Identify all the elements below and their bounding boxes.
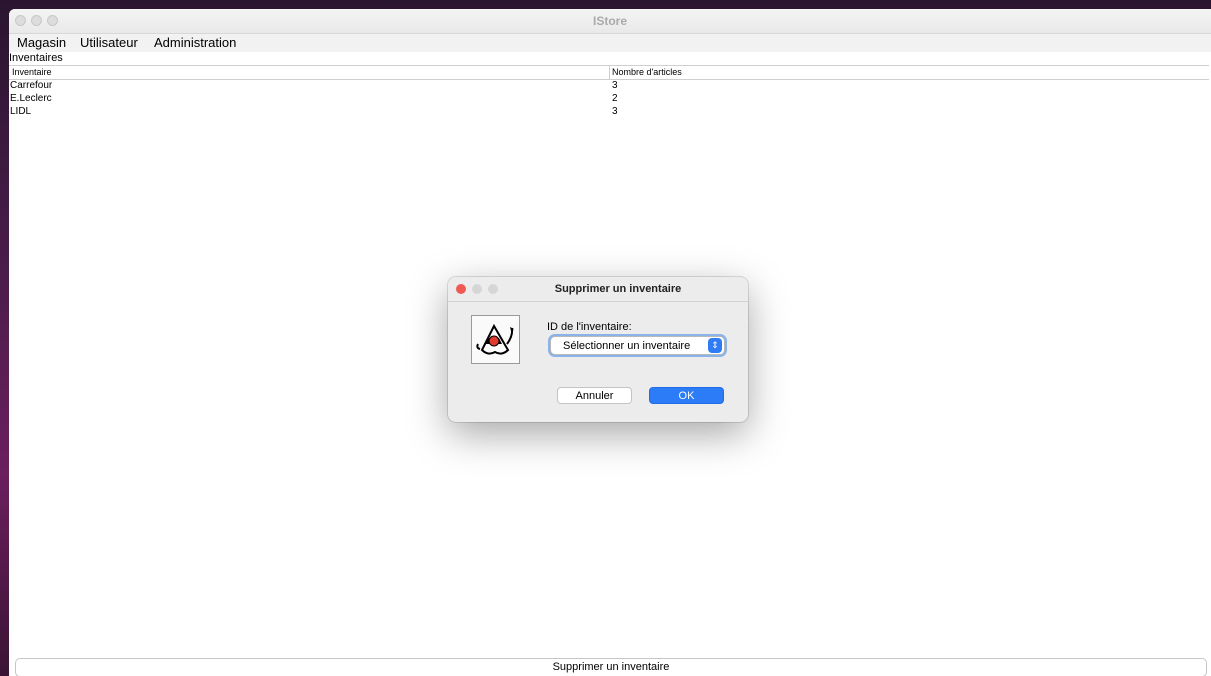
cell-count: 3 [612,80,618,91]
cell-count: 2 [612,93,618,104]
cancel-button[interactable]: Annuler [557,387,632,404]
table-row[interactable]: LIDL 3 [9,106,1209,119]
select-arrows-icon: ⇕ [708,338,722,353]
inventory-select[interactable]: Sélectionner un inventaire ⇕ [550,336,725,355]
column-header-inventaire[interactable]: Inventaire [12,67,52,77]
menu-bar: Magasin Utilisateur Administration [9,34,1211,52]
ok-button[interactable]: OK [649,387,724,404]
inventory-id-label: ID de l'inventaire: [547,321,632,333]
menu-administration[interactable]: Administration [154,35,236,50]
dialog-title: Supprimer un inventaire [554,283,682,295]
inventory-select-value: Sélectionner un inventaire [563,340,691,352]
cell-inventaire: E.Leclerc [10,93,52,104]
table-row[interactable]: Carrefour 3 [9,80,1209,93]
cell-inventaire: LIDL [10,106,32,117]
table-header: Inventaire Nombre d'articles [9,65,1209,80]
panel-title: Inventaires [9,52,63,64]
window-titlebar[interactable]: IStore [9,9,1211,34]
menu-utilisateur[interactable]: Utilisateur [80,35,138,50]
menu-magasin[interactable]: Magasin [17,35,66,50]
cell-count: 3 [612,106,618,117]
cell-inventaire: Carrefour [10,80,53,91]
java-duke-icon [471,315,520,364]
delete-inventory-button[interactable]: Supprimer un inventaire [15,658,1207,676]
dialog-titlebar[interactable]: Supprimer un inventaire [448,277,748,302]
column-header-nombre[interactable]: Nombre d'articles [612,67,682,77]
window-title: IStore [592,14,627,28]
table-row[interactable]: E.Leclerc 2 [9,93,1209,106]
delete-inventory-dialog: Supprimer un inventaire ID de l'inventai… [448,277,748,422]
column-separator[interactable] [609,66,610,79]
